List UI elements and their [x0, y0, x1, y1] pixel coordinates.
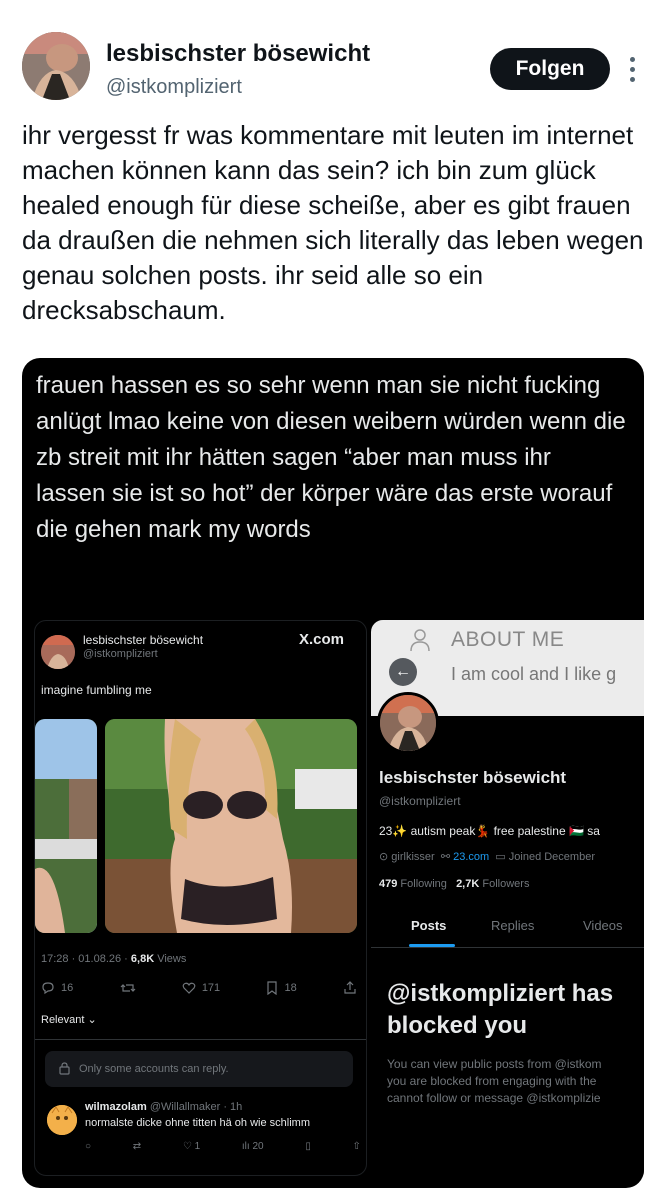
reply-text: normalste dicke ohne titten hä oh wie sc…	[85, 1117, 310, 1129]
blocked-description: You can view public posts from @istkom y…	[387, 1057, 602, 1105]
person-icon	[410, 629, 430, 652]
embedded-avatar	[41, 635, 75, 669]
embedded-author-handle: @istkompliziert	[83, 648, 158, 660]
reply-action-bar: ○ ⇄ ♡ 1 ılı 20 ▯ ⇧	[85, 1141, 361, 1152]
repost-icon	[120, 979, 136, 997]
views-icon: ılı 20	[241, 1141, 264, 1152]
reply-author: wilmazolam @Willallmaker · 1h	[85, 1101, 243, 1113]
embedded-photo-2	[105, 719, 357, 933]
embedded-photo-1	[35, 719, 97, 933]
like-icon: ♡ 1	[182, 1141, 201, 1152]
profile-info: ⊙ girlkisser ⚯ 23.com ▭ Joined December	[379, 851, 595, 863]
profile-name: lesbischster bösewicht	[379, 768, 567, 787]
lock-icon	[59, 1062, 70, 1075]
embedded-action-bar: 16 171 18	[41, 979, 357, 997]
follow-button[interactable]: Folgen	[490, 48, 610, 90]
repost-icon: ⇄	[132, 1141, 142, 1152]
profile-bio: 23✨ autism peak💃 free palestine 🇵🇸 sa	[379, 824, 600, 838]
reply-restriction-notice: Only some accounts can reply.	[45, 1051, 353, 1087]
author-handle[interactable]: @istkompliziert	[106, 76, 242, 99]
bookmark-count: 18	[284, 982, 297, 994]
site-label: X.com	[299, 631, 345, 648]
tab-posts: Posts	[411, 918, 447, 933]
embedded-profile-screenshot: ABOUT ME I am cool and I like g ← lesbis…	[371, 620, 644, 1176]
tweet: lesbischster bösewicht @istkompliziert F…	[0, 0, 665, 1200]
profile-handle: @istkompliziert	[379, 794, 461, 808]
active-tab-indicator	[409, 944, 455, 947]
calendar-icon: ▭	[495, 851, 506, 863]
tab-videos: Videos	[583, 918, 623, 933]
blocked-title: @istkompliziert has blocked you	[387, 980, 614, 1039]
screenshot-text: frauen hassen es so sehr wenn man sie ni…	[36, 372, 626, 543]
location-icon: ⊙	[379, 851, 389, 863]
about-me-title: ABOUT ME	[451, 628, 565, 651]
sort-relevant: Relevant ⌄	[41, 1014, 97, 1026]
reply-avatar	[47, 1105, 77, 1135]
author-name[interactable]: lesbischster bösewicht	[106, 40, 370, 68]
tweet-header: lesbischster bösewicht @istkompliziert F…	[22, 32, 642, 104]
share-icon	[343, 979, 357, 997]
embedded-post-screenshot: lesbischster bösewicht @istkompliziert X…	[34, 620, 367, 1176]
divider	[35, 1039, 366, 1040]
tweet-image[interactable]: frauen hassen es so sehr wenn man sie ni…	[22, 358, 644, 1188]
profile-tabs: Posts Replies Videos	[371, 910, 644, 948]
embedded-post-text: imagine fumbling me	[41, 683, 152, 697]
like-icon: 171	[182, 979, 220, 997]
reply-count: 16	[61, 982, 74, 994]
reply-icon: ○	[85, 1141, 92, 1152]
embedded-timestamp: 17:28 · 01.08.26 · 6,8K Views	[41, 953, 187, 965]
bookmark-icon: ▯	[305, 1141, 311, 1152]
link-icon: ⚯	[440, 851, 451, 863]
tab-replies: Replies	[491, 918, 535, 933]
profile-avatar	[377, 692, 439, 754]
share-icon: ⇧	[352, 1141, 361, 1152]
back-arrow-icon: ←	[389, 658, 417, 686]
bookmark-icon: 18	[266, 979, 297, 997]
like-count: 171	[201, 982, 221, 994]
avatar[interactable]	[22, 32, 90, 100]
follow-stats: 479 Following 2,7K Followers	[379, 878, 530, 890]
reply-icon: 16	[41, 979, 73, 997]
about-me-text: I am cool and I like g	[451, 664, 617, 684]
tweet-text: ihr vergesst fr was kommentare mit leute…	[22, 120, 644, 325]
more-options-icon[interactable]	[626, 54, 638, 86]
embedded-author-name: lesbischster bösewicht	[83, 633, 204, 647]
chevron-down-icon: ⌄	[87, 1014, 97, 1026]
